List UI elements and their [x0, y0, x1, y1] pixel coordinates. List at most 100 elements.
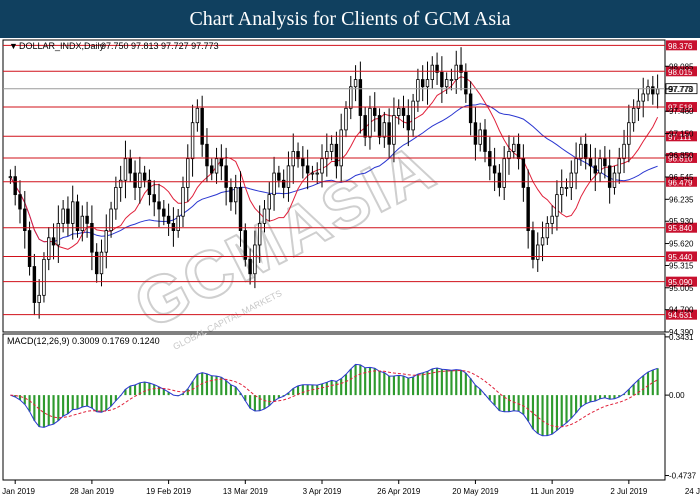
candle-body [334, 143, 339, 167]
candle-body [598, 158, 602, 174]
candle-body [99, 251, 104, 275]
candle-body [344, 107, 348, 131]
candle-body [214, 158, 219, 174]
macd-tick-label: 0.3431 [669, 333, 694, 342]
candle-body [420, 79, 425, 88]
candle-body [540, 237, 545, 246]
candle-body [430, 64, 434, 80]
candle-body [157, 201, 161, 210]
candle-body [569, 172, 574, 188]
candle-body [397, 107, 401, 116]
candle-body [229, 187, 233, 203]
candle-body [607, 165, 612, 188]
candle-body [368, 107, 372, 138]
candle-body [310, 172, 315, 175]
candle-body [401, 107, 406, 116]
candle-body [224, 165, 228, 188]
candle-body [651, 86, 655, 95]
candle-body [176, 215, 180, 231]
price-tick-label: 94.700 [669, 306, 694, 315]
candle-body [473, 122, 478, 145]
candle-body [387, 122, 391, 145]
price-tick-label: 95.930 [669, 217, 694, 226]
candle-body [617, 158, 621, 174]
candle-body [186, 158, 190, 188]
candle-body [392, 115, 396, 145]
candle-body [27, 230, 32, 267]
candle-body [305, 165, 310, 174]
candle-body [61, 208, 65, 224]
candle-body [114, 187, 118, 210]
candle-body [171, 222, 176, 231]
candle-body [152, 194, 156, 203]
candle-body [560, 187, 564, 196]
price-chart: GCMASIAGLOBAL CAPITAL MARKETS 98.37698.0… [0, 39, 700, 496]
candle-body [411, 100, 415, 131]
candle-body [238, 187, 243, 231]
price-tick-label: 96.850 [669, 151, 694, 160]
candle-body [104, 230, 108, 253]
candle-body [444, 79, 449, 88]
x-tick-label: 13 Mar 2019 [223, 487, 268, 496]
candle-body [234, 187, 238, 203]
candle-body [536, 244, 540, 260]
candle-body [301, 158, 305, 167]
candle-body [363, 115, 367, 138]
price-tick-label: 97.460 [669, 107, 694, 116]
candle-body [75, 201, 80, 231]
candle-body [516, 143, 521, 160]
candle-body [641, 93, 645, 102]
candle-body [42, 258, 46, 296]
candle-body [373, 107, 377, 116]
candle-body [56, 222, 61, 246]
candle-body [349, 86, 353, 109]
candle-body [468, 93, 473, 124]
candle-body [492, 165, 497, 174]
x-tick-label: 11 Jun 2019 [530, 487, 574, 496]
candle-body [329, 143, 334, 152]
candle-body [210, 165, 214, 174]
candle-body [646, 86, 650, 95]
candle-body [37, 294, 41, 303]
candle-body [440, 71, 444, 88]
price-tick-label: 95.620 [669, 240, 694, 249]
x-tick-label: 26 Apr 2019 [377, 487, 421, 496]
candle-body [219, 158, 224, 167]
x-tick-label: 19 Feb 2019 [146, 487, 191, 496]
candle-body [315, 172, 319, 175]
candle-body [142, 172, 147, 181]
macd-label: MACD(12,26,9) 0.3009 0.1769 0.1240 [7, 336, 160, 346]
candle-body [454, 64, 458, 80]
candle-body [545, 222, 550, 239]
candle-body [181, 187, 185, 217]
candle-body [320, 158, 324, 174]
candle-body [593, 165, 597, 174]
candle-body [13, 176, 17, 196]
candle-body [162, 208, 166, 217]
candle-body [85, 215, 89, 224]
candle-body [425, 79, 430, 88]
candle-body [66, 208, 70, 224]
candle-body [358, 79, 363, 116]
x-tick-label: 2 Jul 2019 [610, 487, 647, 496]
candle-body [550, 215, 554, 224]
macd-tick-label: -0.4737 [669, 472, 697, 481]
candle-body [377, 115, 382, 138]
candle-body [497, 172, 502, 188]
candle-body [339, 129, 343, 167]
candle-body [526, 187, 530, 231]
candle-body [190, 122, 195, 160]
candle-body [166, 215, 171, 224]
candle-body [478, 129, 482, 145]
candle-body [133, 172, 137, 188]
candle-body [267, 194, 271, 210]
symbol-label: DOLLAR_INDX,Daily [19, 41, 105, 51]
candle-body [243, 230, 248, 260]
candle-body [449, 79, 454, 81]
candle-body [583, 143, 588, 160]
candle-body [253, 244, 257, 275]
candle-body [291, 151, 295, 167]
candle-body [521, 158, 526, 188]
candle-body [603, 158, 607, 167]
candle-body [205, 143, 209, 167]
